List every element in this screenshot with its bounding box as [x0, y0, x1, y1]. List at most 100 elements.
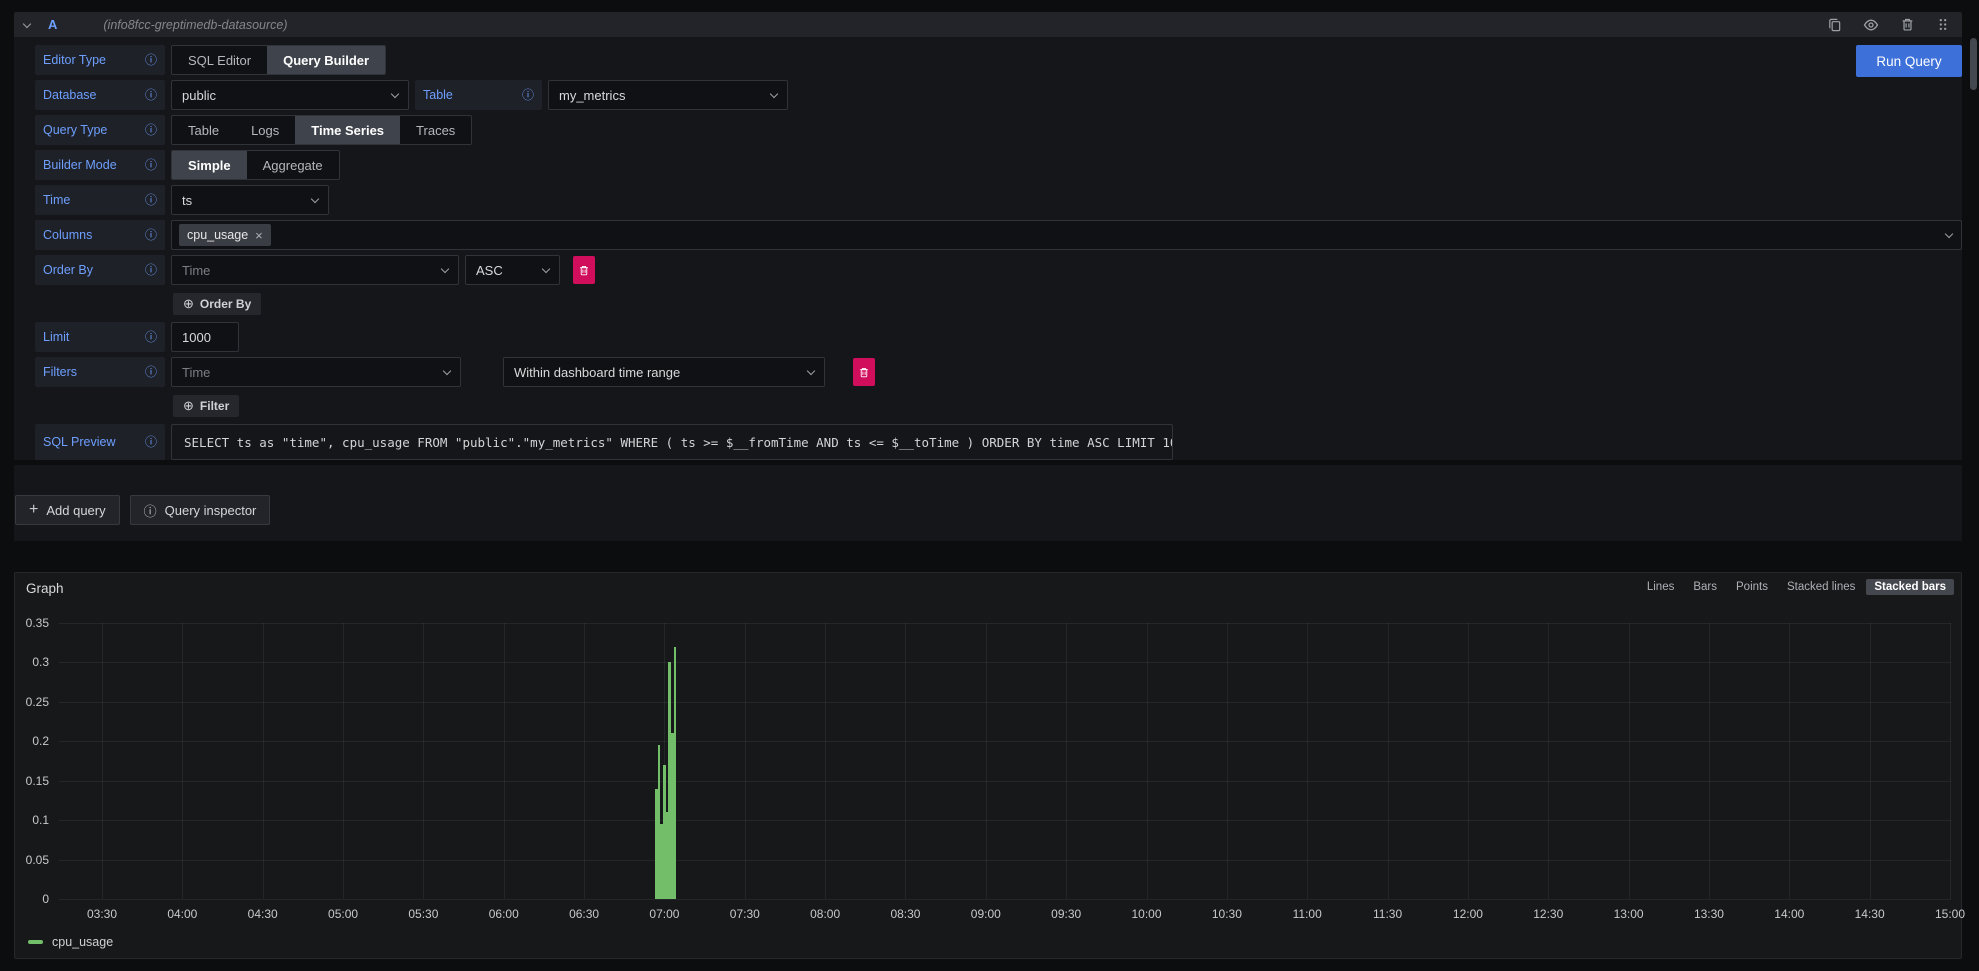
time-label: Time ⓘ [35, 185, 165, 215]
limit-row: Limit ⓘ [35, 322, 1962, 352]
x-axis-tick-label: 12:30 [1518, 907, 1578, 921]
chevron-down-icon [542, 264, 550, 272]
plus-circle-icon: ⊕ [183, 296, 194, 312]
table-select[interactable]: my_metrics [548, 80, 788, 110]
filters-label: Filters ⓘ [35, 357, 165, 387]
x-axis-tick-label: 03:30 [72, 907, 132, 921]
query-editor-section: A (info8fcc-greptimedb-datasource) Run Q… [14, 12, 1962, 541]
sql-preview-code: SELECT ts as "time", cpu_usage FROM "pub… [171, 424, 1173, 460]
query-ref-id: A [48, 17, 57, 32]
graph-panel: Graph Lines Bars Points Stacked lines St… [14, 572, 1962, 959]
chevron-down-icon [311, 194, 319, 202]
add-order-by-button[interactable]: ⊕ Order By [173, 293, 261, 315]
delete-query-icon[interactable] [1900, 17, 1915, 32]
x-axis-tick-label: 04:30 [233, 907, 293, 921]
query-type-option-table[interactable]: Table [172, 116, 235, 144]
builder-mode-label: Builder Mode ⓘ [35, 150, 165, 180]
legend-color-dash [28, 940, 43, 944]
time-column-select[interactable]: ts [171, 185, 329, 215]
sql-preview-label: SQL Preview ⓘ [35, 424, 165, 460]
hide-response-eye-icon[interactable] [1863, 17, 1879, 33]
editor-type-option-sql-editor[interactable]: SQL Editor [172, 46, 267, 74]
y-axis-tick-label: 0.05 [15, 853, 49, 867]
chart-bar [674, 647, 677, 899]
x-axis-tick-label: 12:00 [1438, 907, 1498, 921]
info-icon[interactable]: ⓘ [145, 159, 157, 171]
editor-type-row: Editor Type ⓘ SQL Editor Query Builder [35, 45, 1962, 75]
y-axis-tick-label: 0.35 [15, 616, 49, 630]
filter-field-select[interactable]: Time [171, 357, 461, 387]
x-axis-tick-label: 14:00 [1759, 907, 1819, 921]
remove-column-icon[interactable]: × [255, 229, 263, 242]
scrollbar-thumb[interactable] [1970, 38, 1977, 90]
database-label: Database ⓘ [35, 80, 165, 110]
info-icon[interactable]: ⓘ [145, 194, 157, 206]
add-filter-button[interactable]: ⊕ Filter [173, 395, 239, 417]
x-axis-tick-label: 09:00 [956, 907, 1016, 921]
add-order-by-row: ⊕ Order By [35, 293, 1962, 315]
info-icon[interactable]: ⓘ [145, 366, 157, 378]
x-axis-tick-label: 13:00 [1599, 907, 1659, 921]
info-icon[interactable]: ⓘ [145, 436, 157, 448]
query-editor-body: Run Query Editor Type ⓘ SQL Editor Query… [14, 37, 1962, 460]
editor-type-option-query-builder[interactable]: Query Builder [267, 46, 385, 74]
x-axis-tick-label: 10:30 [1197, 907, 1257, 921]
x-axis-tick-label: 08:00 [795, 907, 855, 921]
y-axis-tick-label: 0 [15, 892, 49, 906]
info-icon[interactable]: ⓘ [145, 264, 157, 276]
info-icon[interactable]: ⓘ [145, 89, 157, 101]
query-row-header[interactable]: A (info8fcc-greptimedb-datasource) [14, 12, 1962, 37]
datasource-name: (info8fcc-greptimedb-datasource) [103, 18, 287, 32]
query-type-label: Query Type ⓘ [35, 115, 165, 145]
info-icon[interactable]: ⓘ [145, 54, 157, 66]
query-type-option-time-series[interactable]: Time Series [295, 116, 400, 144]
builder-mode-row: Builder Mode ⓘ Simple Aggregate [35, 150, 1962, 180]
columns-multiselect[interactable]: cpu_usage × [171, 220, 1962, 250]
builder-mode-option-simple[interactable]: Simple [172, 151, 247, 179]
run-query-button[interactable]: Run Query [1856, 45, 1962, 77]
plus-circle-icon: ⊕ [183, 398, 194, 414]
x-axis-tick-label: 05:30 [393, 907, 453, 921]
collapse-chevron-icon[interactable] [23, 19, 31, 27]
info-icon[interactable]: ⓘ [522, 89, 534, 101]
chevron-down-icon [391, 89, 399, 97]
query-type-option-logs[interactable]: Logs [235, 116, 295, 144]
plus-icon: + [29, 501, 38, 519]
columns-label: Columns ⓘ [35, 220, 165, 250]
time-row: Time ⓘ ts [35, 185, 1962, 215]
builder-mode-option-aggregate[interactable]: Aggregate [247, 151, 339, 179]
legend-label: cpu_usage [52, 935, 113, 949]
chevron-down-icon [770, 89, 778, 97]
duplicate-query-icon[interactable] [1827, 17, 1842, 32]
query-inspector-button[interactable]: ⓘ Query inspector [130, 495, 271, 525]
order-by-field-select[interactable]: Time [171, 255, 459, 285]
limit-input[interactable] [171, 322, 239, 352]
x-axis-tick-label: 07:00 [634, 907, 694, 921]
query-type-radio-group: Table Logs Time Series Traces [171, 115, 472, 145]
info-icon[interactable]: ⓘ [145, 124, 157, 136]
remove-order-by-button[interactable] [573, 256, 595, 284]
drag-handle-icon[interactable] [1936, 17, 1950, 32]
filters-row: Filters ⓘ Time Within dashboard time ran… [35, 357, 1962, 387]
y-axis-tick-label: 0.2 [15, 734, 49, 748]
builder-mode-radio-group: Simple Aggregate [171, 150, 340, 180]
x-axis-tick-label: 08:30 [875, 907, 935, 921]
column-chip-cpu-usage: cpu_usage × [179, 224, 271, 246]
info-icon[interactable]: ⓘ [145, 331, 157, 343]
database-select[interactable]: public [171, 80, 409, 110]
order-by-direction-select[interactable]: ASC [465, 255, 560, 285]
add-filter-row: ⊕ Filter [35, 395, 1962, 417]
query-type-option-traces[interactable]: Traces [400, 116, 471, 144]
time-series-chart[interactable]: 00.050.10.150.20.250.30.3503:3004:0004:3… [15, 573, 1961, 958]
x-axis-tick-label: 11:30 [1358, 907, 1418, 921]
x-axis-tick-label: 10:00 [1117, 907, 1177, 921]
add-query-button[interactable]: + Add query [15, 495, 120, 525]
info-icon[interactable]: ⓘ [145, 229, 157, 241]
remove-filter-button[interactable] [853, 358, 875, 386]
x-axis-tick-label: 04:00 [152, 907, 212, 921]
filter-condition-select[interactable]: Within dashboard time range [503, 357, 825, 387]
legend-item-cpu-usage[interactable]: cpu_usage [28, 935, 113, 949]
x-axis-tick-label: 06:00 [474, 907, 534, 921]
x-axis-tick-label: 15:00 [1920, 907, 1979, 921]
y-axis-tick-label: 0.15 [15, 774, 49, 788]
